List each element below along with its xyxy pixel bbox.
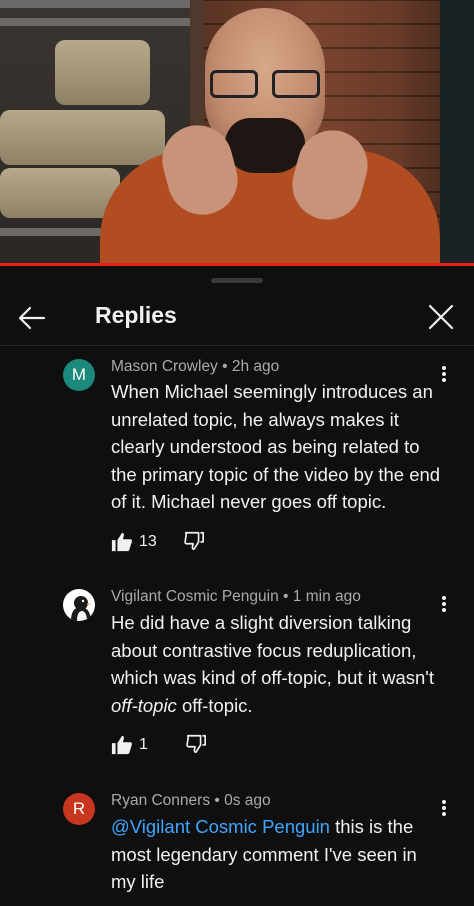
video-player[interactable] bbox=[0, 0, 474, 263]
comment-time: 0s ago bbox=[224, 792, 271, 809]
comment-text: He did have a slight diversion talking a… bbox=[111, 609, 441, 719]
thumb-down-icon bbox=[184, 531, 204, 551]
comment-author[interactable]: Mason Crowley bbox=[111, 358, 218, 375]
comment-author[interactable]: Vigilant Cosmic Penguin bbox=[111, 588, 279, 605]
replies-panel: Replies M Mason Crowley • 2h ago When Mi… bbox=[0, 266, 474, 906]
thumb-up-icon[interactable] bbox=[111, 734, 133, 756]
comment-time: 1 min ago bbox=[292, 588, 361, 605]
drag-handle[interactable] bbox=[211, 278, 263, 283]
comment-time: 2h ago bbox=[231, 358, 280, 375]
comment-text: When Michael seemingly introduces an unr… bbox=[111, 381, 441, 512]
comment-text-part: He did have a slight diversion talking a… bbox=[111, 612, 434, 688]
avatar[interactable]: R bbox=[63, 793, 95, 825]
comment-meta: Vigilant Cosmic Penguin • 1 min ago bbox=[111, 588, 361, 606]
thumb-down-icon bbox=[186, 734, 206, 754]
shelf-bar bbox=[0, 0, 190, 8]
wood-block bbox=[55, 40, 150, 105]
person-beard bbox=[225, 118, 305, 173]
comment-meta: Mason Crowley • 2h ago bbox=[111, 358, 279, 376]
dislike-button[interactable] bbox=[185, 733, 209, 757]
comment-text-italic: off-topic bbox=[111, 694, 177, 716]
thumb-up-icon[interactable] bbox=[111, 531, 133, 553]
comment-author[interactable]: Ryan Conners bbox=[111, 792, 210, 809]
back-arrow-icon bbox=[18, 306, 46, 330]
dislike-button[interactable] bbox=[183, 530, 207, 554]
shelf-bar bbox=[0, 18, 190, 26]
comment-actions: 1 bbox=[111, 733, 148, 757]
back-button[interactable] bbox=[14, 300, 50, 336]
replies-header: Replies bbox=[0, 288, 474, 346]
avatar[interactable]: M bbox=[63, 359, 95, 391]
video-background-screen bbox=[440, 0, 474, 263]
page-title: Replies bbox=[95, 302, 177, 328]
like-count: 13 bbox=[139, 533, 157, 550]
avatar[interactable] bbox=[63, 589, 95, 621]
comment-menu-button[interactable] bbox=[438, 798, 450, 820]
close-button[interactable] bbox=[424, 300, 458, 334]
more-vert-icon bbox=[438, 800, 450, 816]
penguin-icon bbox=[71, 596, 91, 621]
meta-separator: • bbox=[214, 792, 225, 809]
person-glasses bbox=[210, 70, 325, 100]
mention-link[interactable]: @Vigilant Cosmic Penguin bbox=[111, 816, 330, 837]
comment-text-part: off-topic. bbox=[176, 694, 253, 716]
like-count: 1 bbox=[139, 736, 148, 753]
wood-block bbox=[0, 168, 120, 218]
comment-meta: Ryan Conners • 0s ago bbox=[111, 792, 271, 810]
meta-separator: • bbox=[222, 358, 232, 375]
meta-separator: • bbox=[283, 588, 293, 605]
wood-block bbox=[0, 110, 165, 165]
comment-text: @Vigilant Cosmic Penguin this is the mos… bbox=[111, 813, 431, 896]
comment-actions: 13 bbox=[111, 530, 157, 554]
close-icon bbox=[428, 304, 454, 330]
